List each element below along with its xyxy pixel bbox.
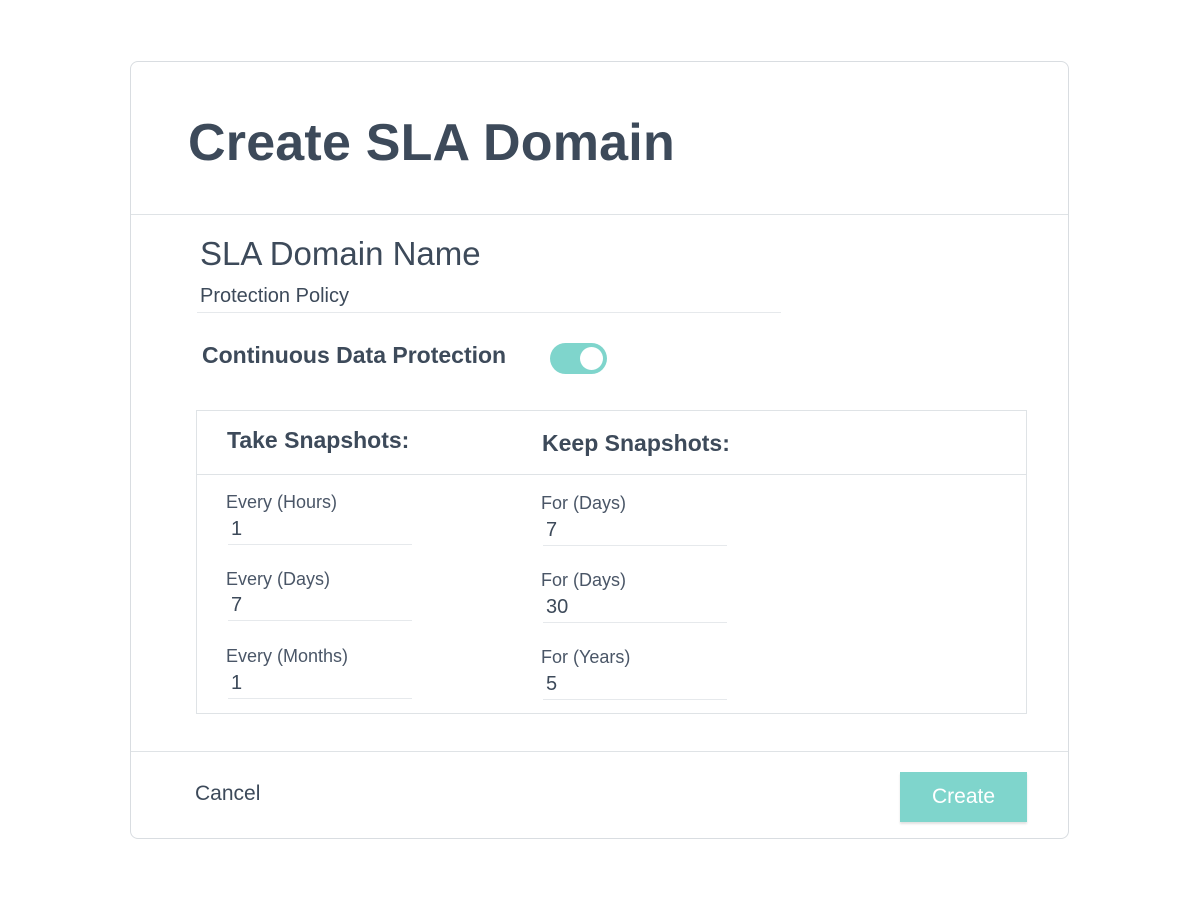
create-sla-dialog: Create SLA Domain SLA Domain Name Contin…: [130, 61, 1069, 839]
snapshot-panel: Take Snapshots: Keep Snapshots: Every (H…: [196, 410, 1027, 714]
take-months-input[interactable]: [228, 669, 412, 699]
sla-name-label: SLA Domain Name: [200, 235, 481, 272]
take-hours-input[interactable]: [228, 515, 412, 545]
dialog-header: Create SLA Domain: [131, 62, 1068, 215]
snapshot-panel-header: Take Snapshots: Keep Snapshots:: [197, 411, 1026, 475]
take-days-label: Every (Days): [226, 569, 331, 589]
take-snapshots-title: Take Snapshots:: [227, 427, 410, 453]
take-months-label: Every (Months): [226, 646, 349, 666]
keep-years-input[interactable]: [543, 670, 727, 700]
keep-days-input-2[interactable]: [543, 593, 727, 623]
sla-name-input[interactable]: [197, 281, 781, 313]
keep-days-label: For (Days): [541, 493, 626, 513]
cancel-button[interactable]: Cancel: [195, 782, 260, 806]
keep-days-input[interactable]: [543, 516, 727, 546]
page-title: Create SLA Domain: [188, 114, 675, 172]
keep-years-label: For (Years): [541, 647, 631, 667]
keep-days-label-2: For (Days): [541, 570, 626, 590]
cdp-label: Continuous Data Protection: [202, 342, 507, 368]
keep-snapshots-title: Keep Snapshots:: [542, 430, 730, 456]
cdp-toggle[interactable]: [550, 343, 607, 374]
footer-divider: [131, 751, 1068, 752]
take-days-input[interactable]: [228, 591, 412, 621]
take-hours-label: Every (Hours): [226, 492, 338, 512]
create-button[interactable]: Create: [900, 772, 1027, 822]
toggle-knob: [580, 347, 603, 370]
